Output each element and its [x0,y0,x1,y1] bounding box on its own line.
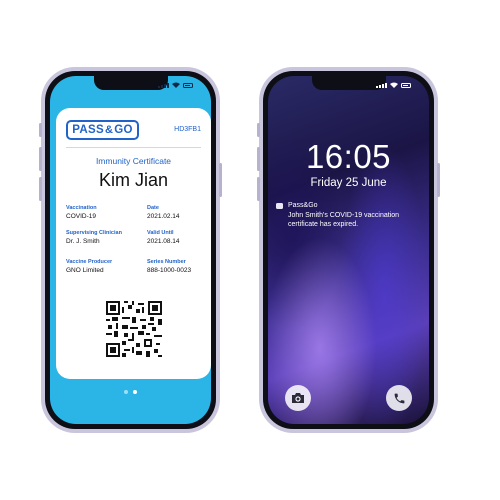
side-button [219,163,222,197]
page-indicator[interactable] [50,390,211,394]
field-valid-until: Valid Until 2021.08.14 [147,230,180,245]
certificate-code: HD3FB1 [174,126,201,133]
wifi-icon [172,82,180,88]
field-series-number: Series Number 888-1000-0023 [147,259,192,274]
qr-code[interactable] [106,301,162,357]
status-bar [158,82,193,88]
screen-certificate: PASS & GO HD3FB1 Immunity Certificate Kim … [50,76,211,424]
camera-button[interactable] [285,385,311,411]
volume-up-button [257,147,260,171]
battery-icon [401,83,411,88]
certificate-title: Immunity Certificate [95,156,172,166]
notch [311,76,386,90]
lock-time: 16:05 [305,138,392,175]
phone-button[interactable] [386,385,412,411]
screen-lock: 16:05 Friday 25 June Pass&Go John Smith'… [268,76,429,424]
notification-app-name: Pass&Go [288,202,318,209]
side-button [437,163,440,197]
app-icon [276,203,283,209]
divider [66,147,201,148]
lock-date: Friday 25 June [310,177,387,189]
volume-up-button [39,147,42,171]
field-date: Date 2021.02.14 [147,205,180,220]
mute-switch [39,123,42,137]
notification[interactable]: Pass&Go John Smith's COVID-19 vaccinatio… [276,202,421,235]
notch [93,76,168,90]
volume-down-button [257,177,260,201]
wifi-icon [390,82,398,88]
phone-lock-screen: 16:05 Friday 25 June Pass&Go John Smith'… [257,67,440,433]
signal-icon [376,83,387,88]
camera-icon [292,393,304,403]
phone-icon [394,393,404,403]
page-dot[interactable] [124,390,128,394]
field-supervising-clinician: Supervising Clinician Dr. J. Smith [66,230,122,245]
phone-certificate: PASS & GO HD3FB1 Immunity Certificate Kim … [39,67,222,433]
field-vaccine-producer: Vaccine Producer GNO Limited [66,259,113,274]
signal-icon [158,83,169,88]
battery-icon [183,83,193,88]
field-vaccination: Vaccination COVID-19 [66,205,97,220]
certificate-card[interactable]: PASS & GO HD3FB1 Immunity Certificate Kim … [56,108,211,379]
pass-and-go-logo: PASS & GO [66,120,139,140]
status-bar [376,82,411,88]
notification-message: John Smith's COVID-19 vaccination certif… [288,212,400,228]
holder-name: Kim Jian [98,170,169,190]
volume-down-button [39,177,42,201]
mute-switch [257,123,260,137]
page-dot-active[interactable] [133,390,137,394]
